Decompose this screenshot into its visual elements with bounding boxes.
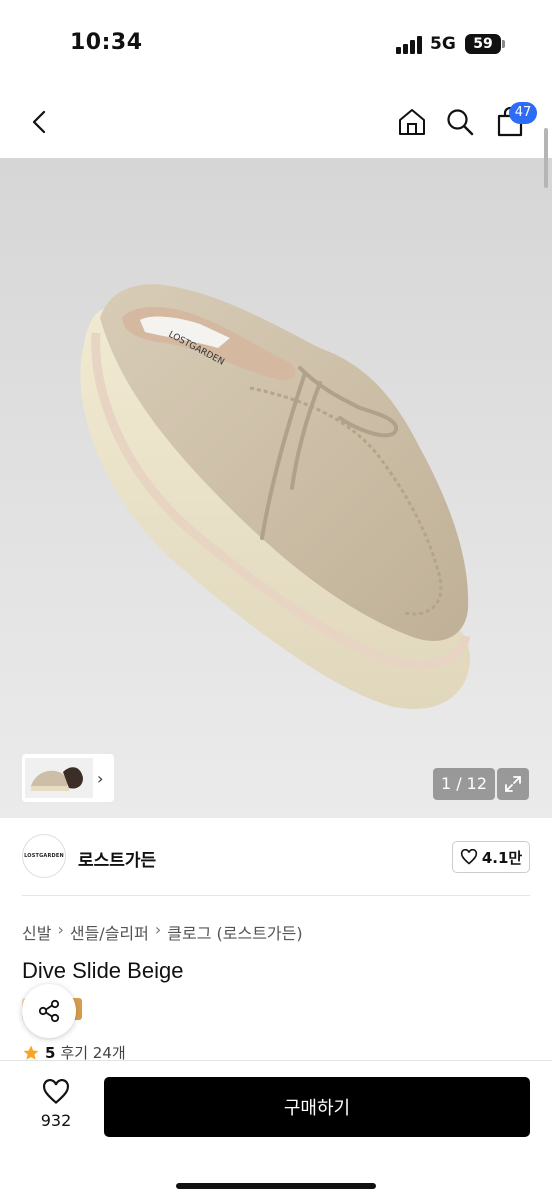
breadcrumb-item-clog[interactable]: 클로그 (로스트가든)	[167, 920, 302, 944]
search-icon	[447, 109, 474, 136]
cart-count-badge: 47	[509, 102, 537, 124]
network-type: 5G	[430, 34, 456, 54]
page-scrollbar[interactable]	[544, 128, 548, 188]
share-icon	[38, 999, 60, 1023]
home-indicator	[176, 1183, 376, 1189]
breadcrumb-separator-icon: ›	[57, 920, 64, 939]
product-photo: LOSTGARDEN	[80, 284, 471, 710]
heart-outline-icon	[43, 1079, 69, 1105]
brand-like-count: 4.1만	[481, 848, 523, 867]
brand-logo[interactable]: LOSTGARDEN	[22, 834, 66, 878]
back-button[interactable]	[18, 100, 62, 144]
back-chevron-icon	[32, 110, 46, 134]
image-counter: 1 / 12	[433, 768, 495, 800]
home-button[interactable]	[390, 100, 434, 144]
thumbnail-image[interactable]	[25, 758, 93, 798]
breadcrumb-item-sandals[interactable]: 샌들/슬리퍼	[70, 920, 149, 944]
brand-name[interactable]: 로스트가든	[78, 846, 156, 871]
home-icon	[399, 109, 425, 135]
share-button[interactable]	[22, 984, 76, 1038]
battery-icon: 59	[465, 34, 501, 54]
nav-bar	[0, 90, 552, 158]
battery-tip	[502, 40, 505, 48]
search-button[interactable]	[438, 100, 482, 144]
heart-outline-icon	[460, 849, 477, 865]
brand-like-button[interactable]: 4.1만	[452, 841, 530, 873]
expand-button[interactable]	[497, 768, 529, 800]
wishlist-count: 932	[40, 1111, 72, 1130]
cellular-signal-icon	[396, 36, 424, 54]
divider	[22, 895, 530, 896]
product-title: Dive Slide Beige	[22, 958, 184, 983]
star-icon	[23, 1045, 39, 1060]
wishlist-button[interactable]: 932	[30, 1079, 82, 1130]
gallery-thumbnail-strip[interactable]: ›	[22, 754, 114, 802]
bottom-action-bar: 932 구매하기	[0, 1060, 552, 1200]
brand-row: LOSTGARDEN 로스트가든 4.1만	[0, 818, 552, 896]
breadcrumb-separator-icon: ›	[154, 920, 162, 939]
expand-icon	[505, 776, 521, 792]
rating-score: 5	[45, 1043, 56, 1062]
thumbnail-next-icon[interactable]: ›	[97, 769, 103, 788]
breadcrumb-item-shoes[interactable]: 신발	[22, 920, 51, 944]
product-image-gallery[interactable]: LOSTGARDEN › 1 / 12	[0, 158, 552, 818]
status-bar: 10:34 5G 59	[0, 0, 552, 90]
breadcrumb: 신발 › 샌들/슬리퍼 › 클로그 (로스트가든)	[22, 920, 303, 944]
status-time: 10:34	[70, 30, 143, 55]
buy-button[interactable]: 구매하기	[104, 1077, 530, 1137]
